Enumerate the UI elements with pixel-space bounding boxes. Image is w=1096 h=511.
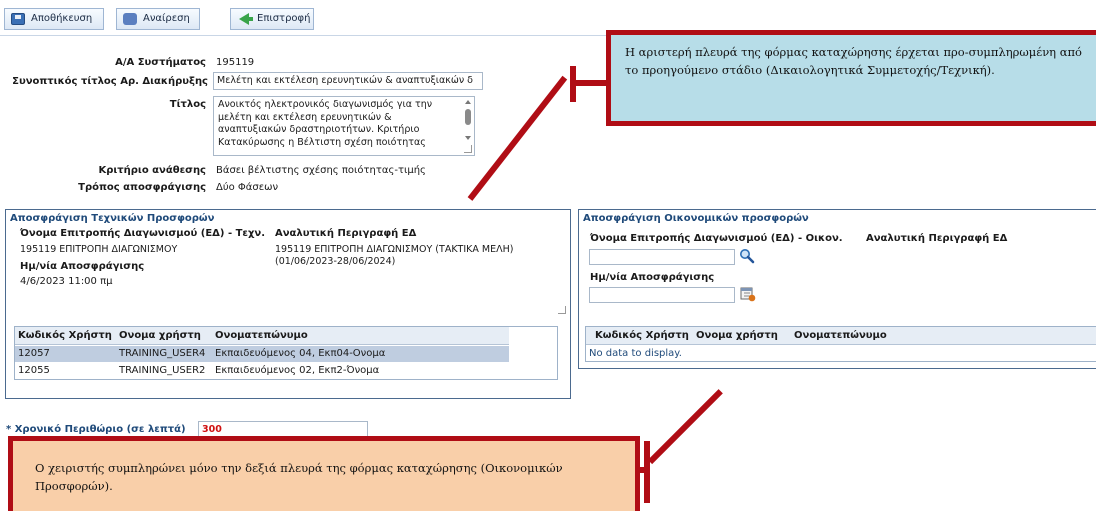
title-textarea[interactable]: Ανοικτός ηλεκτρονικός διαγωνισμός για τη… [213,96,475,156]
scroll-down-icon [465,136,471,140]
title-label: Τίτλος [169,99,206,110]
panel-resize-grip-icon[interactable] [558,306,566,314]
callout-top: Η αριστερή πλευρά της φόρμας καταχώρησης… [606,30,1096,126]
empty-row: No data to display. [586,346,986,362]
title-scrollbar[interactable] [464,100,472,140]
title-text: Ανοικτός ηλεκτρονικός διαγωνισμός για τη… [218,99,433,148]
fin-committee-label: Όνομα Επιτροπής Διαγωνισμού (ΕΔ) - Οικον… [590,233,843,244]
save-icon [11,13,25,25]
col-fullname: Ονοματεπώνυμο [794,330,887,341]
financial-panel-title: Αποσφράγιση Οικονομικών προσφορών [583,213,809,224]
col-username: Ονομα χρήστη [696,330,778,341]
aa-label: Α/Α Συστήματος [115,57,206,68]
time-margin-input[interactable]: 300 [198,421,368,437]
technical-panel-title: Αποσφράγιση Τεχνικών Προσφορών [10,213,215,224]
callout-pointer-bottom [647,389,723,465]
aa-value: 195119 [216,57,255,68]
table-row[interactable]: 12057 TRAINING_USER4 Εκπαιδευόμενος 04, … [15,346,509,362]
cell-fullname: Εκπαιδευόμενος 02, Εκπ2-Όνομα [215,365,380,376]
search-icon[interactable] [739,248,755,264]
fin-users-table: Κωδικός Χρήστη Ονομα χρήστη Ονοματεπώνυμ… [585,326,1096,362]
scroll-up-icon [465,100,471,104]
cell-username: TRAINING_USER4 [119,348,206,359]
empty-table-text: No data to display. [589,348,682,359]
table-row[interactable]: 12055 TRAINING_USER2 Εκπαιδευόμενος 02, … [15,363,509,379]
col-fullname: Ονοματεπώνυμο [215,330,308,341]
scroll-thumb[interactable] [465,109,471,125]
callout-pointer-top [467,75,568,201]
tech-users-table: Κωδικός Χρήστη Ονομα χρήστη Ονοματεπώνυμ… [14,326,558,380]
back-button[interactable]: Επιστροφή [230,8,314,30]
tech-date-label: Ημ/νία Αποσφράγισης [20,261,145,272]
callout-bottom: Ο χειριστής συμπληρώνει μόνο την δεξιά π… [8,436,640,511]
fin-date-input[interactable] [589,287,735,303]
fin-table-header: Κωδικός Χρήστη Ονομα χρήστη Ονοματεπώνυμ… [586,327,1096,345]
fin-description-label: Αναλυτική Περιγραφή ΕΔ [866,233,1008,244]
undo-button[interactable]: Αναίρεση [116,8,200,30]
tech-table-header: Κωδικός Χρήστη Ονομα χρήστη Ονοματεπώνυμ… [15,327,509,345]
save-button-label: Αποθήκευση [31,13,93,24]
resize-grip-icon[interactable] [464,145,472,153]
callout-top-text: Η αριστερή πλευρά της φόρμας καταχώρησης… [625,45,1082,77]
fin-date-label: Ημ/νία Αποσφράγισης [590,272,715,283]
col-username: Ονομα χρήστη [119,330,201,341]
time-margin-label: * Χρονικό Περιθώριο (σε λεπτά) [6,424,186,435]
col-user-code: Κωδικός Χρήστη [18,330,112,341]
back-arrow-icon [239,13,253,25]
cell-user-code: 12057 [18,348,50,359]
calendar-icon[interactable] [740,286,756,302]
tech-date-value: 4/6/2023 11:00 πμ [20,276,113,287]
tech-committee-label: Όνομα Επιτροπής Διαγωνισμού (ΕΔ) - Τεχν. [20,228,266,239]
summary-title-label: Συνοπτικός τίτλος Αρ. Διακήρυξης [12,76,208,87]
financial-panel: Αποσφράγιση Οικονομικών προσφορών Όνομα … [578,209,1096,369]
criterion-value: Βάσει βέλτιστης σχέσης ποιότητας-τιμής [216,165,426,176]
method-value: Δύο Φάσεων [216,182,279,193]
callout-bottom-text: Ο χειριστής συμπληρώνει μόνο την δεξιά π… [35,461,563,493]
callout-bracket-top-bar [570,80,608,86]
undo-icon [123,13,137,25]
fin-committee-input[interactable] [589,249,735,265]
cell-fullname: Εκπαιδευόμενος 04, Εκπ04-Ονομα [215,348,386,359]
criterion-label: Κριτήριο ανάθεσης [98,165,206,176]
tech-description-label: Αναλυτική Περιγραφή ΕΔ [275,228,417,239]
summary-title-input[interactable]: Μελέτη και εκτέλεση ερευνητικών & αναπτυ… [213,72,483,90]
method-label: Τρόπος αποσφράγισης [78,182,206,193]
cell-user-code: 12055 [18,365,50,376]
col-user-code: Κωδικός Χρήστη [595,330,689,341]
back-button-label: Επιστροφή [257,13,311,24]
cell-username: TRAINING_USER2 [119,365,206,376]
tech-committee-value: 195119 ΕΠΙΤΡΟΠΗ ΔΙΑΓΩΝΙΣΜΟΥ [20,244,178,255]
technical-panel: Αποσφράγιση Τεχνικών Προσφορών Όνομα Επι… [5,209,571,399]
save-button[interactable]: Αποθήκευση [4,8,104,30]
undo-button-label: Αναίρεση [143,13,190,24]
tech-description-value: 195119 ΕΠΙΤΡΟΠΗ ΔΙΑΓΩΝΙΣΜΟΥ (ΤΑΚΤΙΚΑ ΜΕΛ… [275,244,514,267]
